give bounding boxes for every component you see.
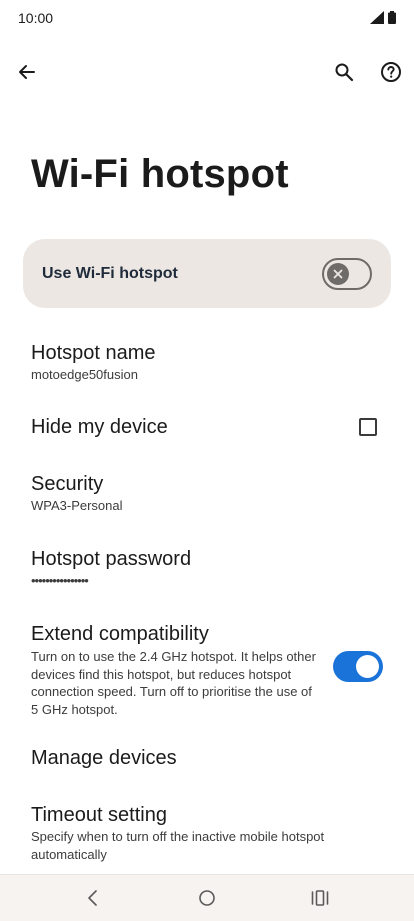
status-icons <box>370 11 396 24</box>
toggle-knob <box>356 655 379 678</box>
nav-recents-button[interactable] <box>305 883 335 913</box>
nav-recents-icon <box>311 890 329 906</box>
hotspot-password-value: •••••••••••••••• <box>31 573 89 588</box>
use-hotspot-toggle[interactable] <box>322 258 372 290</box>
back-button[interactable] <box>7 52 47 92</box>
use-hotspot-label: Use Wi-Fi hotspot <box>42 265 178 282</box>
timeout-title: Timeout setting <box>31 804 167 826</box>
battery-icon <box>388 11 396 24</box>
timeout-description: Specify when to turn off the inactive mo… <box>31 829 325 862</box>
nav-home-button[interactable] <box>192 883 222 913</box>
help-icon <box>381 62 401 82</box>
help-button[interactable] <box>371 52 411 92</box>
hotspot-name-value: motoedge50fusion <box>31 367 138 382</box>
nav-back-button[interactable] <box>78 883 108 913</box>
search-button[interactable] <box>324 52 364 92</box>
status-time: 10:00 <box>18 10 54 26</box>
system-nav-bar <box>0 874 414 921</box>
search-icon <box>335 63 354 82</box>
security-title: Security <box>31 473 104 495</box>
page-title: Wi-Fi hotspot <box>31 152 289 196</box>
back-arrow-icon <box>19 65 35 79</box>
hide-device-title: Hide my device <box>31 416 168 438</box>
signal-icon <box>370 11 384 24</box>
close-icon <box>333 269 343 279</box>
security-value: WPA3-Personal <box>31 498 123 513</box>
status-bar: 10:00 <box>0 0 414 36</box>
manage-devices-title: Manage devices <box>31 747 177 769</box>
hotspot-password-title: Hotspot password <box>31 548 192 570</box>
toggle-knob <box>327 263 349 285</box>
use-hotspot-card[interactable]: Use Wi-Fi hotspot <box>23 239 391 308</box>
hide-device-checkbox[interactable] <box>359 418 377 436</box>
extend-compatibility-toggle[interactable] <box>333 651 383 682</box>
hotspot-name-title: Hotspot name <box>31 342 156 364</box>
extend-compatibility-description: Turn on to use the 2.4 GHz hotspot. It h… <box>31 649 316 717</box>
nav-home-icon <box>199 890 215 906</box>
app-bar <box>0 52 414 92</box>
nav-back-icon <box>88 890 97 906</box>
extend-compatibility-title: Extend compatibility <box>31 623 209 645</box>
